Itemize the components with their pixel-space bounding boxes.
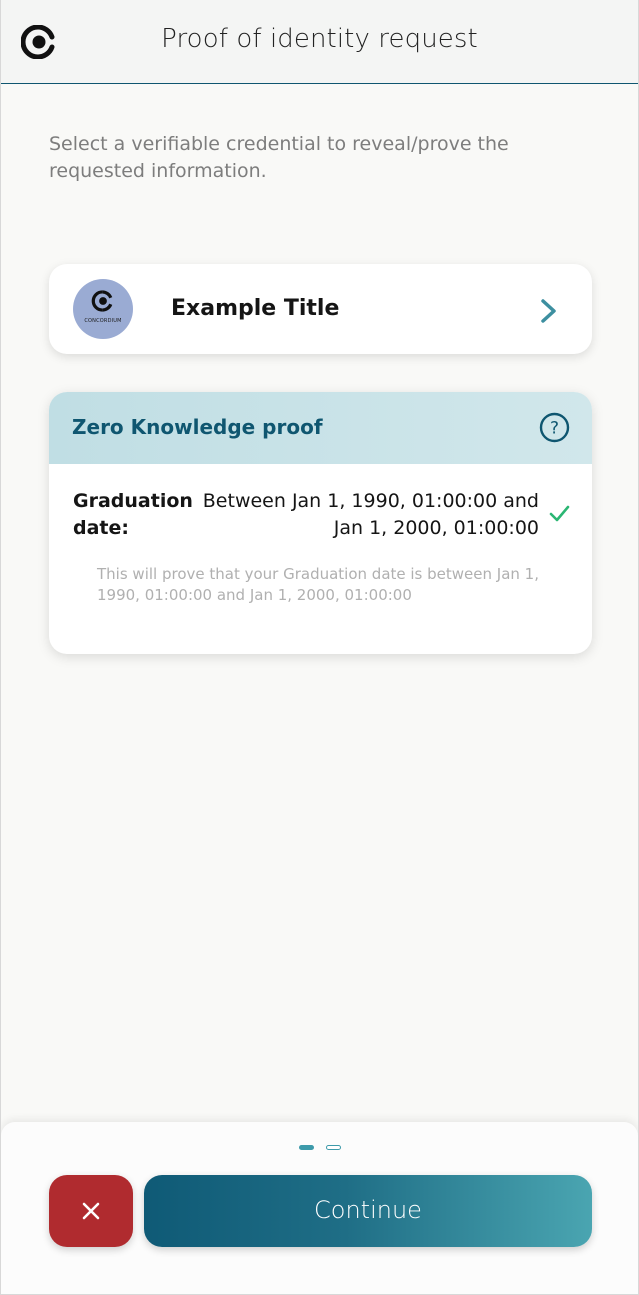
credential-avatar: CONCORDIUM bbox=[73, 279, 133, 339]
page-title: Proof of identity request bbox=[161, 24, 478, 54]
reject-button[interactable] bbox=[49, 1175, 133, 1247]
credential-title: Example Title bbox=[171, 296, 340, 321]
attribute-value: Between Jan 1, 1990, 01:00:00 and Jan 1,… bbox=[202, 490, 539, 539]
close-icon bbox=[82, 1202, 100, 1220]
proof-request-window: Proof of identity request Select a verif… bbox=[0, 0, 639, 1295]
continue-button[interactable]: Continue bbox=[144, 1175, 592, 1247]
check-icon bbox=[549, 505, 570, 522]
page-dot-inactive bbox=[326, 1145, 341, 1150]
bottom-action-bar: Continue bbox=[1, 1122, 638, 1294]
concordium-logo-icon bbox=[91, 290, 113, 312]
question-circle-icon[interactable]: ? bbox=[539, 412, 570, 443]
chevron-right-icon[interactable] bbox=[538, 299, 560, 323]
svg-text:?: ? bbox=[550, 419, 559, 439]
pagination-dots bbox=[299, 1145, 343, 1151]
credential-card[interactable]: CONCORDIUM Example Title bbox=[49, 264, 592, 354]
continue-label: Continue bbox=[314, 1196, 422, 1224]
zero-knowledge-proof-card: Zero Knowledge proof ? Graduation date: … bbox=[49, 392, 592, 654]
avatar-text: CONCORDIUM bbox=[84, 318, 122, 324]
instruction-text: Select a verifiable credential to reveal… bbox=[49, 133, 509, 182]
proof-description: This will prove that your Graduation dat… bbox=[97, 565, 539, 604]
page-dot-active bbox=[299, 1145, 314, 1150]
attribute-label: Graduation date: bbox=[73, 490, 193, 539]
zk-proof-header: Zero Knowledge proof ? bbox=[49, 392, 592, 464]
zk-proof-title: Zero Knowledge proof bbox=[72, 415, 323, 439]
header: Proof of identity request bbox=[1, 0, 638, 84]
